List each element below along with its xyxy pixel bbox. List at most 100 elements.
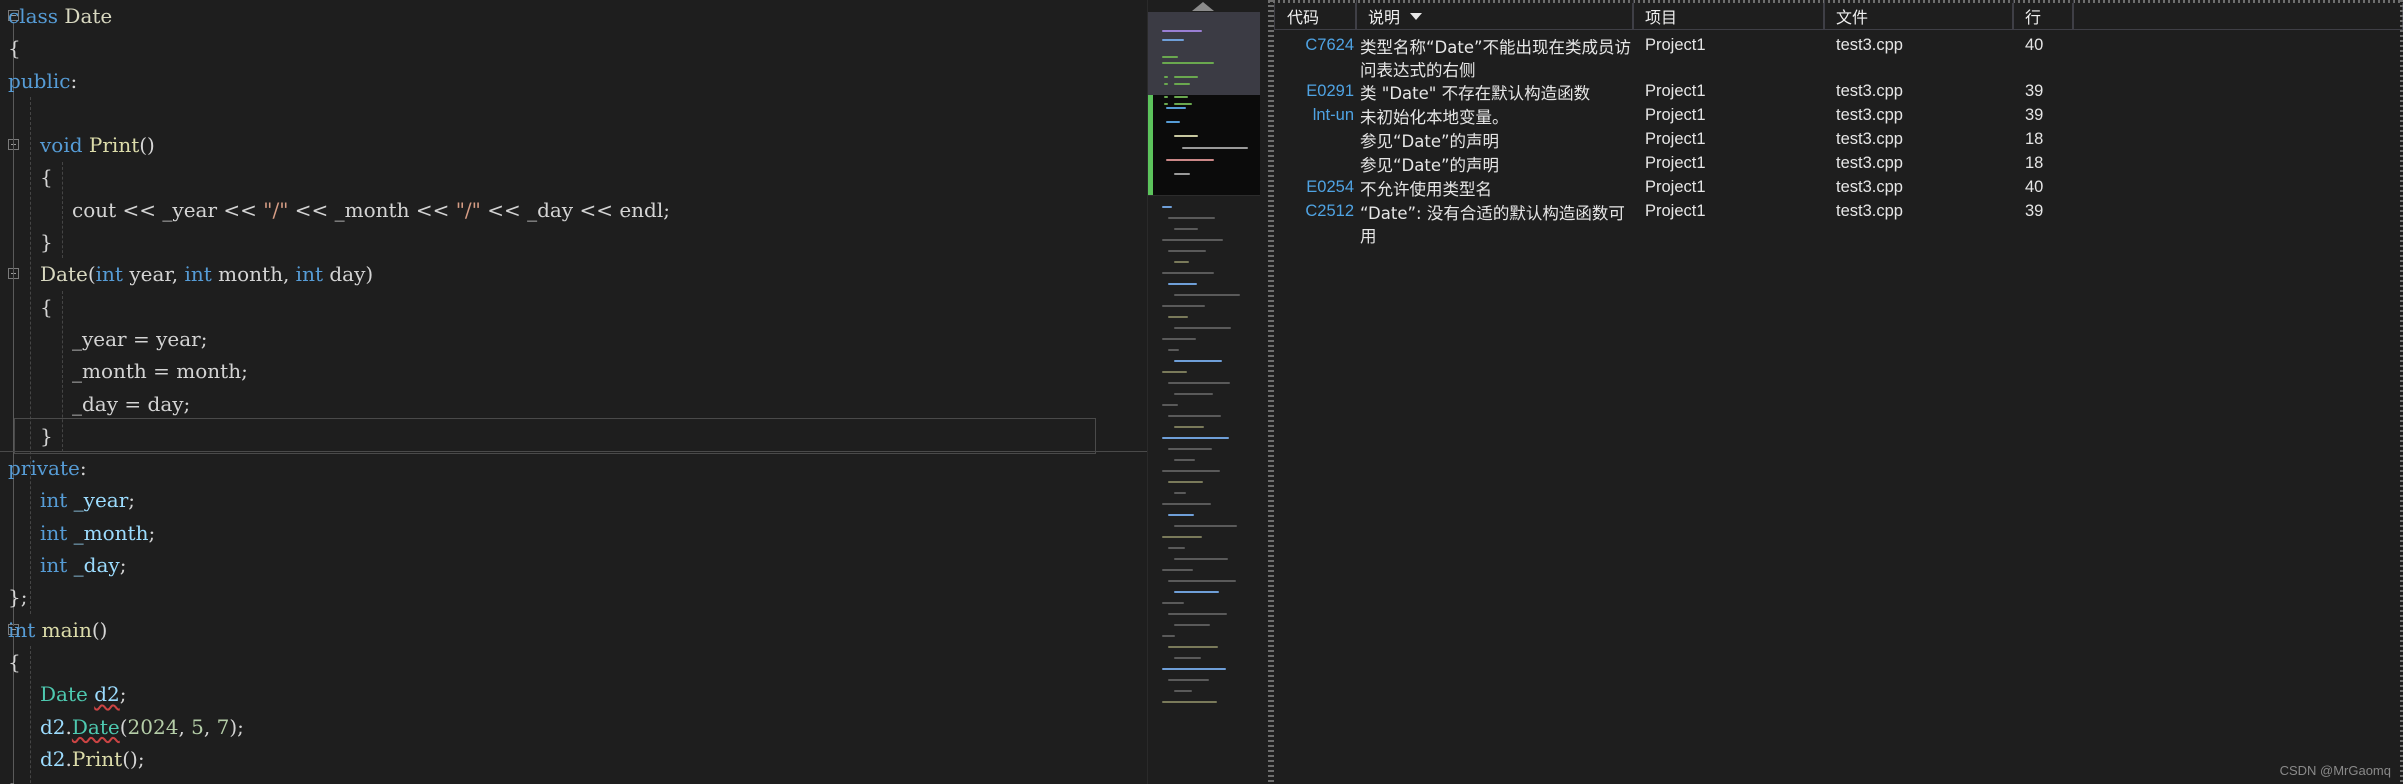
code-line[interactable]: Date(int year, int month, int day) (0, 258, 1148, 290)
code-line[interactable]: void Print() (0, 129, 1148, 161)
code-line[interactable] (0, 97, 1148, 129)
code-token: month, (218, 262, 296, 287)
code-line[interactable]: { (0, 646, 1148, 678)
code-line[interactable]: { (0, 161, 1148, 193)
code-line[interactable]: } (0, 226, 1148, 258)
code-line[interactable]: int main() (0, 614, 1148, 646)
code-line[interactable]: { (0, 291, 1148, 323)
minimap-code-line (1162, 272, 1214, 274)
code-token: private (8, 456, 80, 481)
code-token: Date (40, 262, 88, 287)
column-divider[interactable] (2013, 0, 2014, 29)
code-line[interactable]: d2.Date(2024, 5, 7); (0, 711, 1148, 743)
error-list-row[interactable]: C7624 类型名称“Date”不能出现在类成员访问表达式的右侧 Project1 t… (1274, 30, 2403, 80)
code-token: Print (88, 133, 140, 158)
minimap-code-line (1162, 437, 1229, 439)
error-cell-proj: Project1 (1645, 154, 1706, 172)
code-line[interactable]: int _day; (0, 549, 1148, 581)
code-token: year (156, 326, 201, 351)
minimap-code-line (1162, 569, 1193, 571)
code-text-area[interactable]: class Date{public: void Print(){cout << _… (0, 0, 1148, 784)
code-line[interactable]: _day = day; (0, 388, 1148, 420)
minimap-code-line (1162, 30, 1202, 32)
column-header-filler (2073, 3, 2403, 29)
error-list-row[interactable]: 参见“Date”的声明 Project1 test3.cpp 18 (1274, 148, 2403, 175)
minimap-code-line (1164, 96, 1168, 98)
code-token: _day (72, 391, 125, 416)
code-line[interactable]: _month = month; (0, 355, 1148, 387)
code-line[interactable]: { (0, 32, 1148, 64)
code-token: cout (72, 197, 123, 222)
error-list-row[interactable]: lnt-un 未初始化本地变量。 Project1 test3.cpp 39 (1274, 100, 2403, 127)
editor-minimap[interactable] (1148, 0, 1260, 784)
column-divider[interactable] (1633, 0, 1634, 29)
code-line[interactable]: int _year; (0, 484, 1148, 516)
column-divider[interactable] (2073, 0, 2074, 29)
error-cell-code[interactable]: C7624 (1274, 30, 1356, 55)
code-line[interactable]: private: (0, 452, 1148, 484)
code-token: << (294, 197, 335, 222)
column-header-label: 项目 (1645, 10, 1678, 27)
code-token: Date (40, 682, 95, 707)
minimap-code-line (1162, 62, 1214, 64)
minimap-code-line (1168, 382, 1230, 384)
code-line[interactable]: } (0, 775, 1148, 784)
error-cell-line: 40 (2025, 36, 2044, 54)
minimap-code-line (1174, 393, 1213, 395)
error-list-row[interactable]: E0291 类 "Date" 不存在默认构造函数 Project1 test3.cpp… (1274, 76, 2403, 103)
code-line[interactable]: class Date (0, 0, 1148, 32)
code-token: ; (663, 197, 670, 222)
error-list-header-row[interactable]: 代码 说明 项目 文件 行 (1274, 3, 2403, 30)
error-list-rows[interactable]: C7624 类型名称“Date”不能出现在类成员访问表达式的右侧 Project1 t… (1274, 30, 2403, 246)
sort-descending-icon[interactable] (1410, 12, 1423, 20)
code-token: class (8, 4, 65, 28)
error-list-panel[interactable]: 代码 说明 项目 文件 行 C7624 类型名称“Date”不能出现在类成员访问表达式的右… (1268, 0, 2403, 784)
error-cell-file: test3.cpp (1836, 36, 1903, 54)
code-line[interactable]: d2.Print(); (0, 743, 1148, 775)
visual-studio-window: class Date{public: void Print(){cout << _… (0, 0, 2403, 784)
column-divider[interactable] (1356, 0, 1357, 29)
code-token: << (579, 197, 620, 222)
column-header-code[interactable]: 代码 (1274, 3, 1356, 29)
code-token: }; (8, 585, 28, 610)
minimap-viewport-indicator[interactable] (1148, 95, 1260, 195)
code-line[interactable]: } (0, 420, 1148, 453)
error-list-row[interactable]: C2512 “Date”: 没有合适的默认构造函数可用 Project1 test3.… (1274, 196, 2403, 246)
column-divider[interactable] (1824, 0, 1825, 29)
error-cell-code[interactable] (1274, 148, 1356, 154)
code-line[interactable]: cout << _year << "/" << _month << "/" <<… (0, 194, 1148, 226)
code-token: ; (128, 488, 136, 513)
code-line[interactable]: Date d2; (0, 678, 1148, 710)
minimap-code-line (1166, 121, 1180, 123)
code-token: << (223, 197, 264, 222)
error-cell-file: test3.cpp (1836, 154, 1903, 172)
column-header-file[interactable]: 文件 (1824, 3, 2013, 29)
column-header-line[interactable]: 行 (2013, 3, 2073, 29)
code-line[interactable]: }; (0, 581, 1148, 613)
minimap-code-line (1168, 448, 1212, 450)
code-token: d2 (40, 714, 66, 739)
error-cell-file: test3.cpp (1836, 106, 1903, 124)
code-line[interactable]: public: (0, 65, 1148, 97)
code-line[interactable]: int _month; (0, 517, 1148, 549)
error-cell-code[interactable]: E0254 (1274, 172, 1356, 197)
error-cell-line: 40 (2025, 178, 2044, 196)
error-cell-code[interactable]: lnt-un (1274, 100, 1356, 125)
column-header-proj[interactable]: 项目 (1633, 3, 1824, 29)
code-editor[interactable]: class Date{public: void Print(){cout << _… (0, 0, 1148, 784)
error-list-row[interactable]: E0254 不允许使用类型名 Project1 test3.cpp 40 (1274, 172, 2403, 199)
column-header-desc[interactable]: 说明 (1356, 3, 1633, 29)
minimap-code-line (1168, 679, 1209, 681)
error-cell-code[interactable] (1274, 124, 1356, 130)
error-cell-code[interactable]: C2512 (1274, 196, 1356, 221)
code-token: , (178, 714, 192, 739)
minimap-code-line (1162, 39, 1184, 41)
error-list-row[interactable]: 参见“Date”的声明 Project1 test3.cpp 18 (1274, 124, 2403, 151)
code-token: _year (73, 488, 129, 513)
error-cell-code[interactable]: E0291 (1274, 76, 1356, 101)
code-token: : (79, 456, 87, 481)
scroll-up-arrow-icon[interactable] (1192, 2, 1214, 11)
code-line[interactable]: _year = year; (0, 323, 1148, 355)
minimap-code-line (1164, 83, 1168, 85)
minimap-code-line (1162, 701, 1217, 703)
